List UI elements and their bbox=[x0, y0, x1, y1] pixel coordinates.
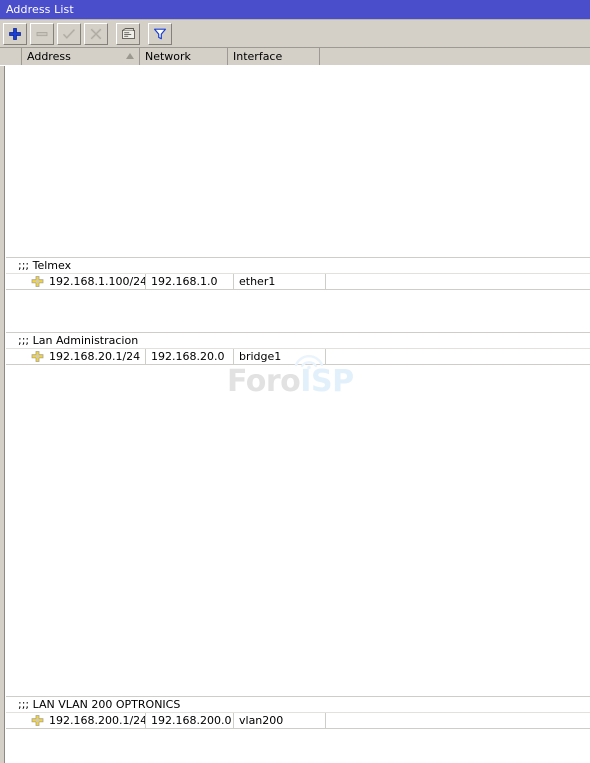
column-header-network-label: Network bbox=[145, 50, 191, 63]
enable-button[interactable] bbox=[57, 22, 81, 45]
table-row[interactable]: 192.168.1.100/24 192.168.1.0 ether1 bbox=[6, 274, 590, 290]
sort-ascending-icon bbox=[126, 53, 134, 59]
cell-address-text: 192.168.1.100/24 bbox=[49, 275, 146, 288]
cross-icon bbox=[89, 27, 103, 41]
column-header-network[interactable]: Network bbox=[140, 48, 228, 65]
cell-interface: bridge1 bbox=[234, 349, 326, 364]
cell-address: 192.168.1.100/24 bbox=[28, 274, 146, 289]
cell-blank bbox=[326, 274, 590, 289]
cell-address-text: 192.168.200.1/24 bbox=[49, 714, 146, 727]
row-flag-cell bbox=[6, 349, 28, 364]
comment-button[interactable] bbox=[116, 22, 140, 45]
disable-button[interactable] bbox=[84, 22, 108, 45]
cell-blank bbox=[326, 713, 590, 728]
row-flag-cell bbox=[6, 274, 28, 289]
row-gutter bbox=[0, 66, 5, 763]
comment-row[interactable]: ;;; Lan Administracion bbox=[6, 333, 590, 349]
plus-icon bbox=[8, 27, 22, 41]
table-row[interactable]: 192.168.20.1/24 192.168.20.0 bridge1 bbox=[6, 349, 590, 365]
minus-icon bbox=[35, 27, 49, 41]
address-list-table: ;;; Telmex 192.168.1.100/24 192.168.1.0 … bbox=[6, 66, 590, 763]
address-entry-icon bbox=[31, 350, 44, 363]
window-title-bar: Address List bbox=[0, 0, 590, 20]
address-entry-icon bbox=[31, 714, 44, 727]
toolbar bbox=[0, 20, 590, 48]
address-entry-icon bbox=[31, 275, 44, 288]
comment-icon bbox=[121, 27, 136, 41]
row-flag-cell bbox=[6, 713, 28, 728]
cell-network: 192.168.1.0 bbox=[146, 274, 234, 289]
address-group: ;;; Lan Administracion 192.168.20.1/24 1… bbox=[6, 333, 590, 365]
comment-text: ;;; LAN VLAN 200 OPTRONICS bbox=[18, 698, 181, 711]
column-header-address[interactable]: Address bbox=[22, 48, 140, 65]
comment-text: ;;; Telmex bbox=[18, 259, 72, 272]
cell-interface: ether1 bbox=[234, 274, 326, 289]
address-list-window: Address List Address Network Interface ;… bbox=[0, 0, 590, 763]
funnel-icon bbox=[153, 27, 167, 41]
add-button[interactable] bbox=[3, 22, 27, 45]
column-header-interface-label: Interface bbox=[233, 50, 283, 63]
filter-button[interactable] bbox=[148, 22, 172, 45]
cell-address-text: 192.168.20.1/24 bbox=[49, 350, 141, 363]
comment-row[interactable]: ;;; LAN VLAN 200 OPTRONICS bbox=[6, 697, 590, 713]
cell-blank bbox=[326, 349, 590, 364]
cell-network: 192.168.200.0 bbox=[146, 713, 234, 728]
window-title: Address List bbox=[6, 3, 74, 16]
column-header-blank[interactable] bbox=[320, 48, 590, 65]
cell-interface: vlan200 bbox=[234, 713, 326, 728]
comment-row[interactable]: ;;; Telmex bbox=[6, 258, 590, 274]
check-icon bbox=[62, 27, 76, 41]
cell-address: 192.168.200.1/24 bbox=[28, 713, 146, 728]
column-header-address-label: Address bbox=[27, 50, 71, 63]
address-group: ;;; LAN VLAN 200 OPTRONICS 192.168.200.1… bbox=[6, 697, 590, 729]
table-column-headers: Address Network Interface bbox=[0, 48, 590, 65]
column-header-flag[interactable] bbox=[0, 48, 22, 65]
cell-network: 192.168.20.0 bbox=[146, 349, 234, 364]
column-header-interface[interactable]: Interface bbox=[228, 48, 320, 65]
remove-button[interactable] bbox=[30, 22, 54, 45]
address-group: ;;; Telmex 192.168.1.100/24 192.168.1.0 … bbox=[6, 258, 590, 290]
cell-address: 192.168.20.1/24 bbox=[28, 349, 146, 364]
comment-text: ;;; Lan Administracion bbox=[18, 334, 139, 347]
table-row[interactable]: 192.168.200.1/24 192.168.200.0 vlan200 bbox=[6, 713, 590, 729]
